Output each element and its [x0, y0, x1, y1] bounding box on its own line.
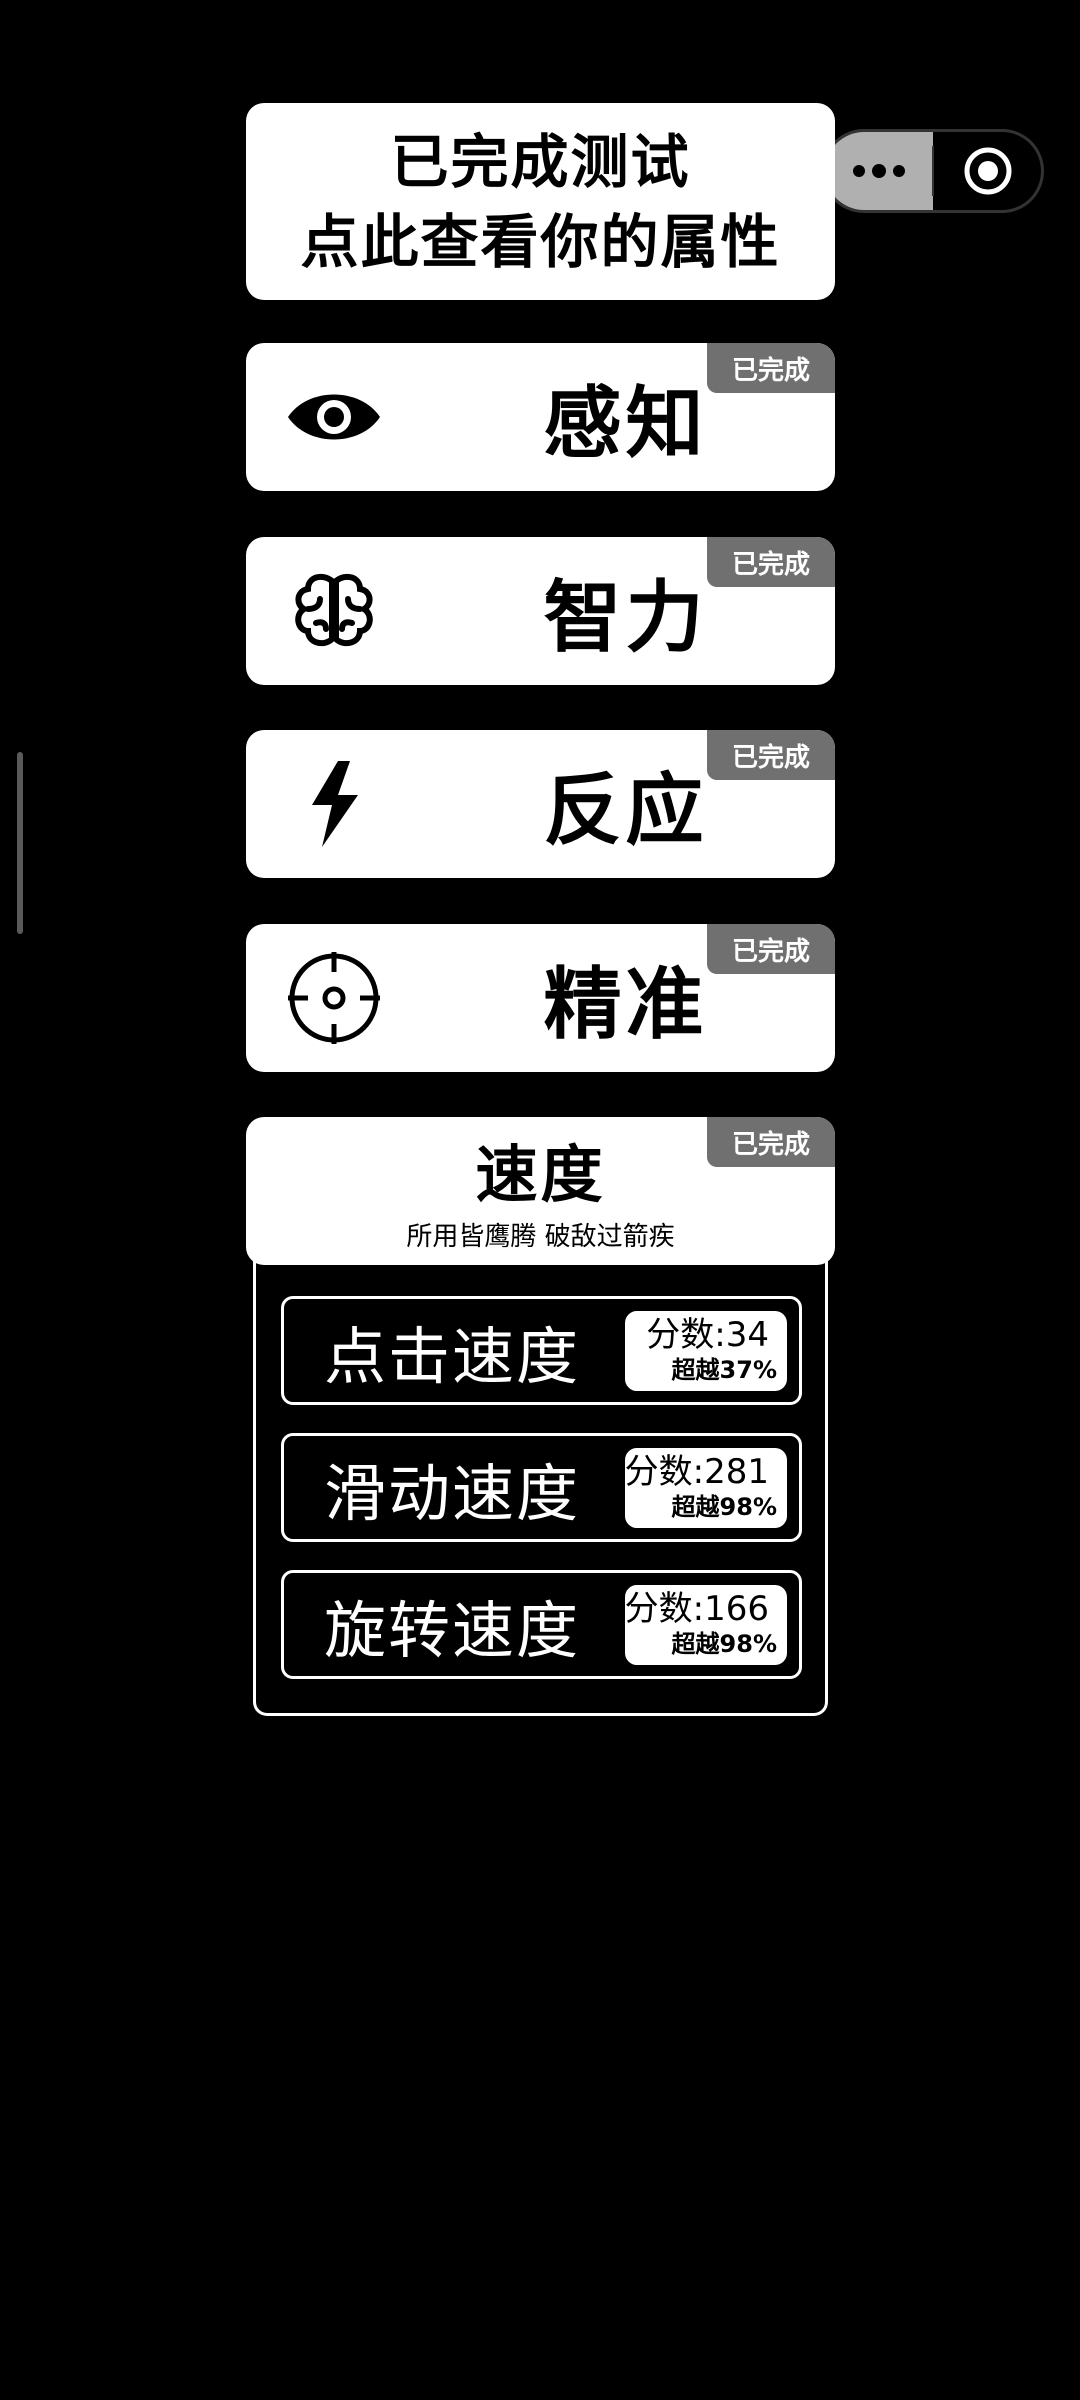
speed-row-label: 点击速度: [324, 1319, 581, 1393]
completed-badge: 已完成: [707, 924, 835, 974]
speed-detail-panel: 点击速度 分数:34 超越37% 滑动速度 分数:281 超越98% 旋转速度 …: [253, 1260, 828, 1716]
score-box: 分数:34 超越37%: [625, 1311, 787, 1391]
close-button[interactable]: [934, 132, 1041, 210]
scroll-indicator[interactable]: [17, 752, 23, 934]
speed-subtitle: 所用皆鹰腾 破敌过箭疾: [406, 1222, 675, 1252]
score-value: 分数:34: [646, 1315, 769, 1355]
score-rank: 超越98%: [671, 1493, 777, 1521]
lightning-icon: [284, 756, 384, 852]
header-line-1: 已完成测试: [390, 127, 691, 196]
page: 已完成测试 点此查看你的属性 感知 已完成 智力 已完成 反应 已完成 精准 已…: [0, 0, 1080, 2400]
attribute-card-perception[interactable]: 感知 已完成: [246, 343, 835, 491]
view-attributes-card[interactable]: 已完成测试 点此查看你的属性: [246, 103, 835, 300]
brain-icon: [284, 563, 384, 659]
speed-row-swipe[interactable]: 滑动速度 分数:281 超越98%: [281, 1433, 802, 1542]
menu-capsule: [822, 129, 1044, 213]
completed-badge: 已完成: [707, 1117, 835, 1167]
speed-row-rotate[interactable]: 旋转速度 分数:166 超越98%: [281, 1570, 802, 1679]
eye-icon: [284, 369, 384, 465]
speed-row-label: 旋转速度: [324, 1593, 581, 1667]
completed-badge: 已完成: [707, 730, 835, 780]
speed-row-click[interactable]: 点击速度 分数:34 超越37%: [281, 1296, 802, 1405]
attribute-card-speed[interactable]: 速度 所用皆鹰腾 破敌过箭疾 已完成: [246, 1117, 835, 1265]
score-value: 分数:166: [624, 1589, 769, 1629]
header-line-2: 点此查看你的属性: [300, 207, 781, 276]
completed-badge: 已完成: [707, 343, 835, 393]
score-value: 分数:281: [624, 1452, 769, 1492]
attribute-card-reaction[interactable]: 反应 已完成: [246, 730, 835, 878]
attribute-card-precision[interactable]: 精准 已完成: [246, 924, 835, 1072]
target-circle-icon: [964, 147, 1011, 195]
score-rank: 超越37%: [671, 1356, 777, 1384]
attribute-card-intelligence[interactable]: 智力 已完成: [246, 537, 835, 685]
more-dots-icon: [853, 164, 905, 178]
crosshair-icon: [284, 950, 384, 1046]
score-box: 分数:281 超越98%: [625, 1448, 787, 1528]
score-rank: 超越98%: [671, 1630, 777, 1658]
more-button[interactable]: [825, 132, 933, 210]
completed-badge: 已完成: [707, 537, 835, 587]
speed-row-label: 滑动速度: [324, 1456, 581, 1530]
score-box: 分数:166 超越98%: [625, 1585, 787, 1665]
